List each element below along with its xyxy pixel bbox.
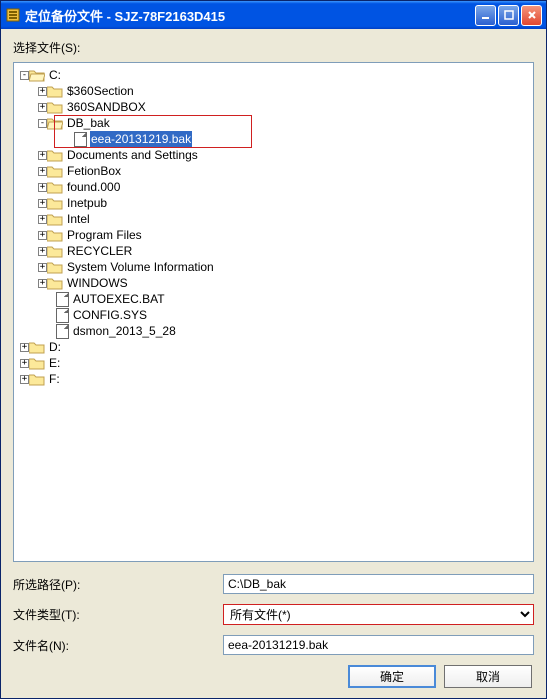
expand-icon[interactable]: +: [20, 343, 29, 352]
tree-node[interactable]: +Documents and Settings: [16, 147, 531, 163]
ok-button[interactable]: 确定: [348, 665, 436, 688]
folder-icon: [47, 149, 63, 162]
tree-node[interactable]: +FetionBox: [16, 163, 531, 179]
expand-icon[interactable]: +: [38, 151, 47, 160]
folder-icon: [29, 341, 45, 354]
folder-icon: [47, 245, 63, 258]
tree-node[interactable]: +$360Section: [16, 83, 531, 99]
tree-node[interactable]: +RECYCLER: [16, 243, 531, 259]
tree-node[interactable]: +Intel: [16, 211, 531, 227]
folder-icon: [47, 229, 63, 242]
tree-node-dbbak[interactable]: -DB_bak: [16, 115, 531, 131]
folder-icon: [47, 101, 63, 114]
folder-icon: [47, 85, 63, 98]
folder-icon: [47, 277, 63, 290]
folder-icon: [47, 261, 63, 274]
expand-icon[interactable]: +: [38, 183, 47, 192]
expand-icon[interactable]: +: [38, 231, 47, 240]
type-label: 文件类型(T):: [13, 606, 223, 623]
type-select[interactable]: 所有文件(*): [223, 604, 534, 625]
tree-node[interactable]: +Inetpub: [16, 195, 531, 211]
folder-icon: [47, 181, 63, 194]
collapse-icon[interactable]: -: [20, 71, 29, 80]
file-tree[interactable]: - C: +$360Section +360SANDBOX -DB_bak ee…: [13, 62, 534, 562]
expand-icon[interactable]: +: [38, 215, 47, 224]
name-input[interactable]: [223, 635, 534, 655]
tree-node[interactable]: AUTOEXEC.BAT: [16, 291, 531, 307]
titlebar[interactable]: 定位备份文件 - SJZ-78F2163D415: [1, 1, 546, 29]
select-file-label: 选择文件(S):: [13, 39, 534, 56]
folder-icon: [47, 197, 63, 210]
window-title: 定位备份文件 - SJZ-78F2163D415: [25, 6, 475, 25]
tree-node-e[interactable]: +E:: [16, 355, 531, 371]
expand-icon[interactable]: +: [38, 167, 47, 176]
name-label: 文件名(N):: [13, 637, 223, 654]
folder-icon: [29, 373, 45, 386]
expand-icon[interactable]: +: [20, 375, 29, 384]
expand-icon[interactable]: +: [38, 263, 47, 272]
file-icon: [74, 132, 87, 147]
tree-node[interactable]: +System Volume Information: [16, 259, 531, 275]
tree-node[interactable]: CONFIG.SYS: [16, 307, 531, 323]
app-icon: [5, 7, 21, 23]
expand-icon[interactable]: +: [38, 247, 47, 256]
tree-node-d[interactable]: +D:: [16, 339, 531, 355]
dialog-window: 定位备份文件 - SJZ-78F2163D415 选择文件(S): - C: +…: [0, 0, 547, 699]
folder-icon: [47, 165, 63, 178]
expand-icon[interactable]: +: [38, 103, 47, 112]
tree-node[interactable]: +found.000: [16, 179, 531, 195]
expand-icon[interactable]: +: [20, 359, 29, 368]
tree-node[interactable]: +360SANDBOX: [16, 99, 531, 115]
folder-open-icon: [47, 117, 63, 130]
path-label: 所选路径(P):: [13, 576, 223, 593]
collapse-icon[interactable]: -: [38, 119, 47, 128]
file-icon: [56, 324, 69, 339]
folder-open-icon: [29, 69, 45, 82]
close-button[interactable]: [521, 5, 542, 26]
tree-node[interactable]: +WINDOWS: [16, 275, 531, 291]
file-icon: [56, 308, 69, 323]
expand-icon[interactable]: +: [38, 279, 47, 288]
tree-node[interactable]: +Program Files: [16, 227, 531, 243]
tree-node[interactable]: dsmon_2013_5_28: [16, 323, 531, 339]
folder-icon: [47, 213, 63, 226]
folder-icon: [29, 357, 45, 370]
tree-node-c[interactable]: - C:: [16, 67, 531, 83]
path-input[interactable]: [223, 574, 534, 594]
maximize-button[interactable]: [498, 5, 519, 26]
tree-node-f[interactable]: +F:: [16, 371, 531, 387]
expand-icon[interactable]: +: [38, 87, 47, 96]
minimize-button[interactable]: [475, 5, 496, 26]
expand-icon[interactable]: +: [38, 199, 47, 208]
tree-node-selected[interactable]: eea-20131219.bak: [16, 131, 531, 147]
cancel-button[interactable]: 取消: [444, 665, 532, 688]
file-icon: [56, 292, 69, 307]
